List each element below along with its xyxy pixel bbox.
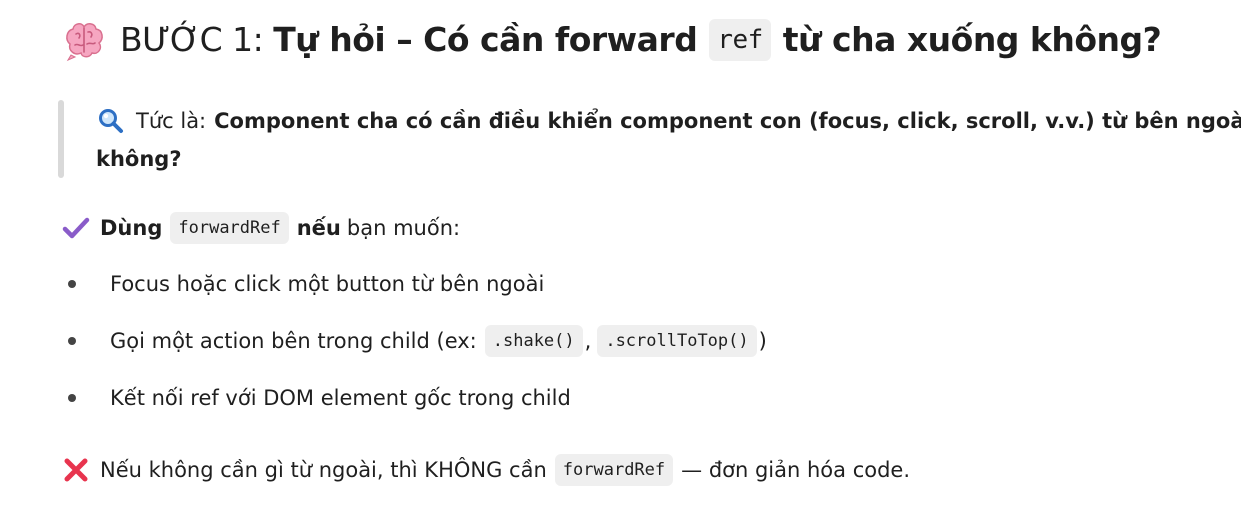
heading-question-part1: Tự hỏi – Có cần forward: [273, 20, 698, 59]
forwardref-code: forwardRef: [554, 454, 674, 486]
heading-code-ref: ref: [709, 19, 771, 61]
list-item: Focus hoặc click một button từ bên ngoài: [66, 266, 544, 302]
scrolltotop-code: .scrollToTop(): [597, 325, 757, 357]
magnifier-icon: [99, 109, 123, 133]
heading-question-part2: từ cha xuống không?: [782, 20, 1162, 59]
blockquote-bar: [58, 100, 64, 178]
page-heading: BƯỚC 1: Tự hỏi – Có cần forward ref từ c…: [62, 14, 1162, 66]
no-need-text: Nếu không cần gì từ ngoài, thì KHÔNG cần: [100, 458, 547, 482]
list-item: Gọi một action bên trong child (ex: .sha…: [66, 323, 767, 359]
checkmark-icon: [62, 217, 90, 239]
brain-icon: [66, 23, 103, 62]
bullet-dot: [68, 280, 76, 288]
list-item: Kết nối ref với DOM element gốc trong ch…: [66, 380, 571, 416]
explanation-blockquote: Tức là: Component cha có cần điều khiển …: [58, 100, 1241, 180]
no-forwardref-line: Nếu không cần gì từ ngoài, thì KHÔNG cần…: [62, 450, 910, 490]
blockquote-text-2: không?: [96, 147, 182, 171]
want-label: bạn muốn:: [346, 216, 461, 240]
use-forwardref-line: Dùng forwardRef nếu bạn muốn:: [62, 208, 460, 248]
list-item-text: Kết nối ref với DOM element gốc trong ch…: [110, 386, 571, 410]
list-item-text: Gọi một action bên trong child (ex:: [110, 329, 477, 353]
list-item-text: Focus hoặc click một button từ bên ngoài: [110, 272, 545, 296]
step-label: BƯỚC 1:: [120, 20, 264, 59]
blockquote-line-1: Tức là: Component cha có cần điều khiển …: [98, 106, 1241, 136]
blockquote-text-1: Component cha có cần điều khiển componen…: [214, 109, 1241, 133]
if-label: nếu: [296, 216, 341, 240]
bullet-dot: [68, 394, 76, 402]
page: BƯỚC 1: Tự hỏi – Có cần forward ref từ c…: [0, 0, 1241, 516]
shake-code: .shake(): [484, 325, 583, 357]
simplify-text: — đơn giản hóa code.: [681, 458, 911, 482]
forwardref-code: forwardRef: [170, 212, 289, 244]
closing-paren: ): [758, 329, 767, 353]
cross-icon: [64, 458, 88, 482]
code-separator: ,: [584, 329, 592, 353]
bullet-dot: [68, 337, 76, 345]
blockquote-label: Tức là:: [136, 109, 207, 133]
use-label: Dùng: [100, 216, 163, 240]
